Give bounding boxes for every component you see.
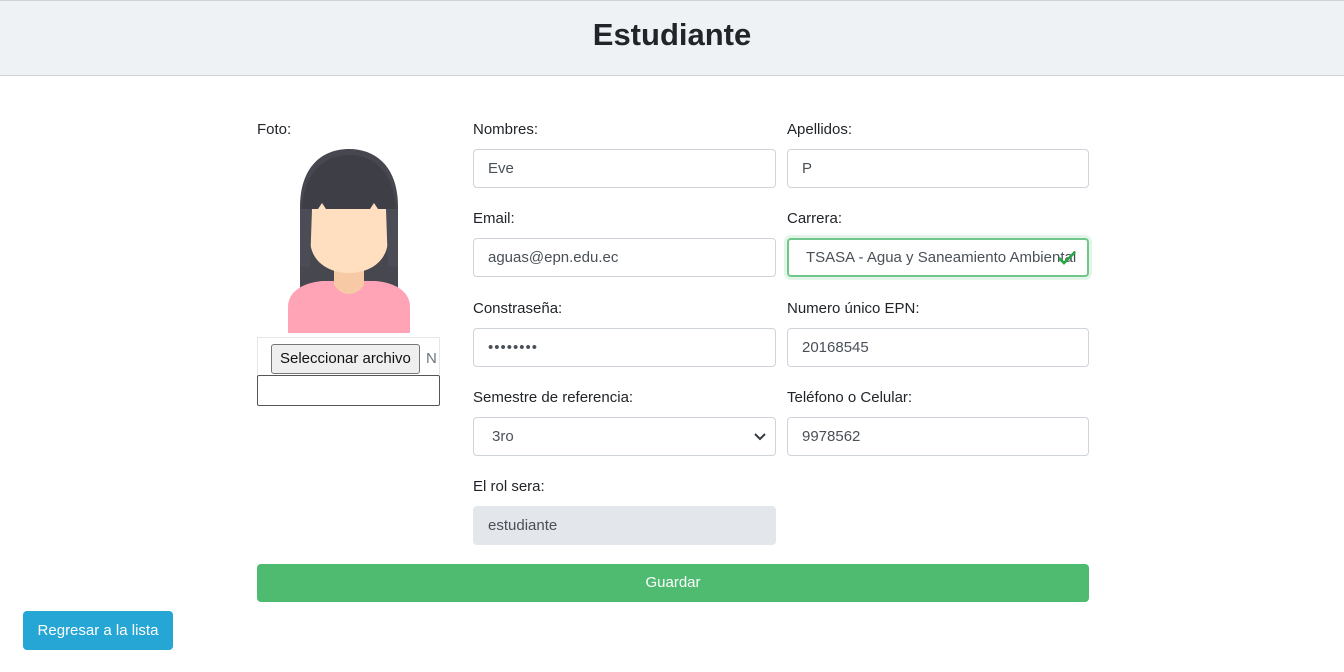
carrera-label: Carrera: xyxy=(787,210,843,227)
semestre-selected-value: 3ro xyxy=(492,428,514,445)
file-status-text: N xyxy=(426,350,437,367)
page-title: Estudiante xyxy=(592,17,752,52)
carrera-selected-value: TSASA - Agua y Saneamiento Ambiental xyxy=(806,249,1077,266)
student-avatar-image xyxy=(288,149,410,333)
contrasena-label: Constraseña: xyxy=(473,300,563,317)
page-header: Estudiante xyxy=(0,0,1344,76)
email-label: Email: xyxy=(473,210,515,227)
apellidos-field[interactable]: P xyxy=(787,149,1089,188)
nombres-field[interactable]: Eve xyxy=(473,149,776,188)
file-input[interactable]: Seleccionar archivo N xyxy=(257,337,440,375)
telefono-field[interactable]: 9978562 xyxy=(787,417,1089,456)
file-name-field[interactable] xyxy=(257,375,440,406)
foto-label: Foto: xyxy=(257,121,292,138)
chevron-down-icon xyxy=(754,433,766,441)
numero-unico-label: Numero único EPN: xyxy=(787,300,920,317)
semestre-label: Semestre de referencia: xyxy=(473,389,634,406)
apellidos-label: Apellidos: xyxy=(787,121,853,138)
rol-field: estudiante xyxy=(473,506,776,545)
password-field[interactable]: •••••••• xyxy=(473,328,776,367)
save-button[interactable]: Guardar xyxy=(257,564,1089,602)
rol-label: El rol sera: xyxy=(473,478,545,495)
select-file-button[interactable]: Seleccionar archivo xyxy=(271,344,420,374)
email-field[interactable]: aguas@epn.edu.ec xyxy=(473,238,776,277)
numero-unico-field[interactable]: 20168545 xyxy=(787,328,1089,367)
semestre-select[interactable]: 3ro xyxy=(473,417,776,456)
check-icon xyxy=(1058,251,1076,265)
telefono-label: Teléfono o Celular: xyxy=(787,389,913,406)
carrera-select[interactable]: TSASA - Agua y Saneamiento Ambiental xyxy=(787,238,1089,277)
back-to-list-button[interactable]: Regresar a la lista xyxy=(23,611,173,650)
nombres-label: Nombres: xyxy=(473,121,539,138)
